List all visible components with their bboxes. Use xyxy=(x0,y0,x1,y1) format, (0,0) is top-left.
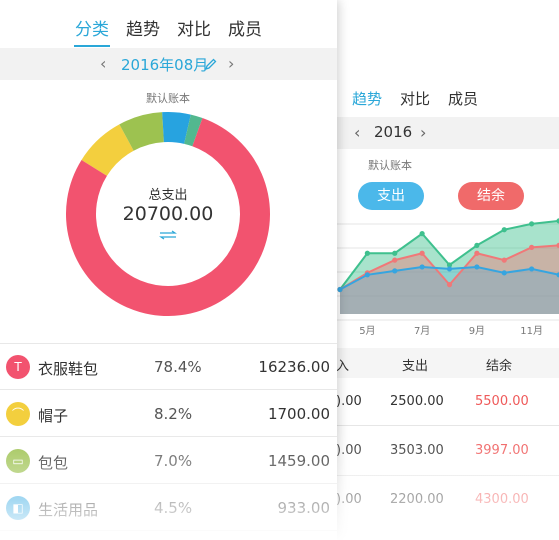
category-name: 包包 xyxy=(38,454,69,472)
col-income: 入 xyxy=(336,359,350,374)
tab-trend[interactable]: 趋势 xyxy=(352,88,382,109)
category-name: 衣服鞋包 xyxy=(38,360,99,378)
trend-table-header: 入 支出 结余 xyxy=(330,348,559,378)
prev-year-icon[interactable]: ‹ xyxy=(354,123,360,142)
income-cell: ).00 xyxy=(336,394,362,409)
balance-cell: 3997.00 xyxy=(475,443,529,458)
category-name: 生活用品 xyxy=(38,501,99,519)
next-month-icon[interactable]: › xyxy=(228,54,234,73)
category-percent: 8.2% xyxy=(154,405,193,423)
balance-cell: 4300.00 xyxy=(475,492,529,507)
series-point xyxy=(474,242,480,248)
table-row[interactable]: ).00 2200.00 4300.00 xyxy=(330,476,559,526)
category-row[interactable]: T 衣服鞋包 78.4% 16236.00 xyxy=(0,344,337,390)
series-point xyxy=(364,272,370,278)
row-divider xyxy=(0,389,337,390)
table-row[interactable]: ).00 2500.00 5500.00 xyxy=(330,378,559,426)
x-tick-label: 11月 xyxy=(520,325,543,337)
total-label: 总支出 xyxy=(148,188,188,203)
category-percent: 78.4% xyxy=(154,358,202,376)
series-point xyxy=(474,250,480,256)
category-screen: 分类 趋势 对比 成员 ‹ 2016年08月 › 默认账本 总支出 20700.… xyxy=(0,0,337,540)
series-point xyxy=(501,257,507,263)
category-row[interactable]: ⌒ 帽子 8.2% 1700.00 xyxy=(0,391,337,437)
balance-cell: 5500.00 xyxy=(475,394,529,409)
trend-tab-bar: 趋势 对比 成员 xyxy=(330,60,559,116)
category-amount: 933.00 xyxy=(277,499,331,517)
category-name: 帽子 xyxy=(38,407,69,425)
row-divider xyxy=(0,436,337,437)
series-point xyxy=(392,268,398,274)
tab-compare[interactable]: 对比 xyxy=(177,15,211,40)
series-point xyxy=(337,286,343,293)
bag-icon: ▭ xyxy=(6,449,30,473)
edit-icon[interactable] xyxy=(205,58,217,70)
expense-cell: 3503.00 xyxy=(390,443,444,458)
category-amount: 1700.00 xyxy=(267,405,330,423)
expense-cell: 2200.00 xyxy=(390,492,444,507)
series-point xyxy=(529,266,535,272)
expense-cell: 2500.00 xyxy=(390,394,444,409)
category-percent: 7.0% xyxy=(154,452,193,470)
tab-members[interactable]: 成员 xyxy=(228,15,262,40)
series-point xyxy=(419,231,425,237)
expense-toggle-button[interactable]: 支出 xyxy=(358,182,424,210)
swap-icon[interactable] xyxy=(158,230,178,240)
row-divider xyxy=(0,483,337,484)
category-percent: 4.5% xyxy=(154,499,193,517)
next-year-icon[interactable]: › xyxy=(420,123,426,142)
series-point xyxy=(364,250,370,256)
series-point xyxy=(446,282,453,288)
tab-trend[interactable]: 趋势 xyxy=(126,15,160,40)
account-label: 默认账本 xyxy=(368,159,412,172)
hat-icon: ⌒ xyxy=(6,402,30,426)
series-point xyxy=(474,264,480,270)
series-point xyxy=(501,270,507,276)
col-expense: 支出 xyxy=(402,359,429,374)
col-balance: 结余 xyxy=(486,359,513,374)
tab-members[interactable]: 成员 xyxy=(448,88,478,109)
year-selector: ‹ 2016 › xyxy=(330,117,559,149)
income-cell: ).00 xyxy=(336,443,362,458)
series-point xyxy=(392,257,398,263)
category-amount: 1459.00 xyxy=(267,452,330,470)
category-row[interactable]: ◧ 生活用品 4.5% 933.00 xyxy=(0,485,337,531)
table-row[interactable]: ).00 3503.00 3997.00 xyxy=(330,426,559,476)
series-point xyxy=(419,250,425,256)
category-row[interactable]: ▭ 包包 7.0% 1459.00 xyxy=(0,438,337,484)
x-tick-label: 5月 xyxy=(359,325,375,337)
trend-screen: 趋势 对比 成员 ‹ 2016 › 默认账本 支出 结余 5月 7月 9月 11月 入… xyxy=(330,60,559,540)
x-tick-label: 9月 xyxy=(469,325,485,337)
series-point xyxy=(419,264,425,270)
active-tab-indicator xyxy=(74,45,110,47)
series-point xyxy=(501,227,507,233)
series-point xyxy=(529,221,535,227)
category-amount: 16236.00 xyxy=(258,358,330,376)
tab-compare[interactable]: 对比 xyxy=(400,88,430,109)
income-cell: ).00 xyxy=(336,492,362,507)
month-label[interactable]: 2016年08月 xyxy=(121,54,208,75)
account-label: 默认账本 xyxy=(146,92,190,105)
prev-month-icon[interactable]: ‹ xyxy=(100,54,106,73)
month-selector: ‹ 2016年08月 › xyxy=(0,48,337,80)
shirt-icon: T xyxy=(6,355,30,379)
x-tick-label: 7月 xyxy=(414,325,430,337)
series-point xyxy=(529,244,535,250)
total-value: 20700.00 xyxy=(122,203,214,225)
series-point xyxy=(392,250,398,256)
daily-goods-icon: ◧ xyxy=(6,496,30,520)
trend-line-chart: 5月 7月 9月 11月 xyxy=(330,218,559,337)
year-label: 2016 xyxy=(374,123,413,141)
tab-category[interactable]: 分类 xyxy=(75,15,109,40)
row-divider xyxy=(0,530,337,531)
balance-toggle-button[interactable]: 结余 xyxy=(458,182,524,210)
series-point xyxy=(446,266,453,272)
